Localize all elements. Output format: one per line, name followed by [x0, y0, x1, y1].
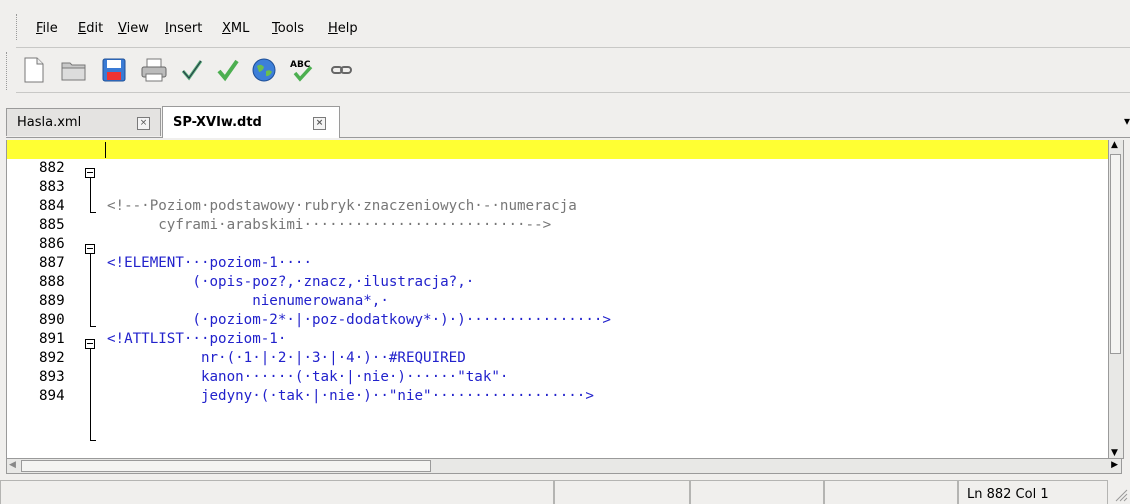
- validate-button[interactable]: [214, 56, 242, 84]
- toolbar: ABC: [6, 47, 1130, 93]
- tab-sp-xviw[interactable]: SP-XVIw.dtd ×: [162, 106, 340, 138]
- code-line: 891 nr·(·1·|·2·|·3·|·4·)··#REQUIRED: [7, 311, 1123, 366]
- checkmark-icon: [181, 60, 203, 81]
- scroll-right-icon[interactable]: ▶: [1111, 460, 1118, 470]
- code-line: 882: [7, 140, 1123, 176]
- fold-end: [90, 440, 96, 441]
- link-button[interactable]: [328, 56, 356, 84]
- code-line: 888 nienumerowana*,·: [7, 254, 1123, 309]
- code-line: 892 kanon······(·tak·|·nie·)······"tak"·: [7, 330, 1123, 385]
- menubar-grip[interactable]: [16, 14, 20, 40]
- menu-edit[interactable]: Edit: [78, 21, 103, 36]
- line-number: 894: [39, 388, 65, 404]
- green-check-icon: [217, 59, 239, 82]
- text-caret: [105, 142, 106, 158]
- menu-view[interactable]: View: [118, 21, 149, 36]
- status-cell: [0, 480, 554, 504]
- print-button[interactable]: [140, 56, 168, 84]
- code-line: 884 cyframi·arabskimi···················…: [7, 178, 1123, 233]
- status-cell: [824, 480, 958, 504]
- scroll-down-icon[interactable]: ▼: [1111, 448, 1118, 458]
- menu-tools[interactable]: Tools: [272, 21, 304, 36]
- vertical-scrollbar[interactable]: ▲ ▼: [1108, 140, 1123, 458]
- code-line: 883 <!--·Poziom·podstawowy·rubryk·znacze…: [7, 159, 1123, 214]
- menu-file[interactable]: File: [36, 21, 58, 36]
- close-icon[interactable]: ×: [137, 117, 150, 130]
- menu-xml[interactable]: XML: [222, 21, 249, 36]
- menu-help[interactable]: Help: [328, 21, 358, 36]
- cursor-position: Ln 882 Col 1: [958, 480, 1108, 504]
- code-line: 893 jedyny·(·tak·|·nie·)··"nie"·········…: [7, 349, 1123, 404]
- status-cell: [690, 480, 824, 504]
- code-editor[interactable]: 882 883 <!--·Poziom·podstawowy·rubryk·zn…: [6, 140, 1124, 459]
- code-line: 889 (·poziom-2*·|·poz-dodatkowy*·)·)····…: [7, 273, 1123, 328]
- new-file-icon: [24, 57, 44, 83]
- code-line: 890 <!ATTLIST···poziom-1·: [7, 292, 1123, 347]
- code-line: 886 <!ELEMENT···poziom-1····: [7, 216, 1123, 271]
- check-wellformed-button[interactable]: [178, 56, 206, 84]
- menu-bar: File Edit View Insert XML Tools Help: [0, 0, 1130, 44]
- code-line: 894: [7, 368, 1123, 404]
- resize-grip-icon[interactable]: [1114, 488, 1128, 502]
- menu-insert[interactable]: Insert: [165, 21, 202, 36]
- code-line: 887 (·opis-poz?,·znacz,·ilustracja?,·: [7, 235, 1123, 290]
- status-cell: [554, 480, 690, 504]
- open-button[interactable]: [60, 56, 88, 84]
- scroll-thumb[interactable]: [21, 460, 431, 472]
- browser-preview-button[interactable]: [250, 56, 278, 84]
- code-line: 885: [7, 197, 1123, 233]
- document-tabs: Hasla.xml × SP-XVIw.dtd × ▾: [6, 106, 1130, 138]
- close-icon[interactable]: ×: [313, 117, 326, 130]
- tabs-scroll-icon[interactable]: ▾: [1124, 114, 1130, 128]
- folder-icon: [61, 62, 86, 81]
- scroll-left-icon[interactable]: ◀: [9, 460, 16, 470]
- scroll-up-icon[interactable]: ▲: [1111, 140, 1118, 150]
- code-text: jedyny·(·tak·|·nie·)··"nie"·············…: [107, 388, 594, 404]
- tab-label: SP-XVIw.dtd: [173, 115, 262, 130]
- toolbar-grip[interactable]: [6, 52, 10, 90]
- save-icon: [102, 58, 126, 82]
- tab-label: Hasla.xml: [17, 115, 82, 130]
- spellcheck-button[interactable]: ABC: [288, 56, 316, 84]
- scroll-thumb[interactable]: [1110, 154, 1121, 354]
- new-file-button[interactable]: [20, 56, 48, 84]
- status-bar: Ln 882 Col 1: [0, 477, 1130, 504]
- horizontal-scrollbar[interactable]: ◀ ▶: [6, 458, 1122, 474]
- globe-icon: [252, 58, 276, 82]
- chain-link-icon: [331, 66, 352, 74]
- save-button[interactable]: [100, 56, 128, 84]
- print-icon: [141, 58, 167, 82]
- spellcheck-icon: ABC: [290, 60, 313, 82]
- tab-hasla[interactable]: Hasla.xml ×: [6, 108, 161, 136]
